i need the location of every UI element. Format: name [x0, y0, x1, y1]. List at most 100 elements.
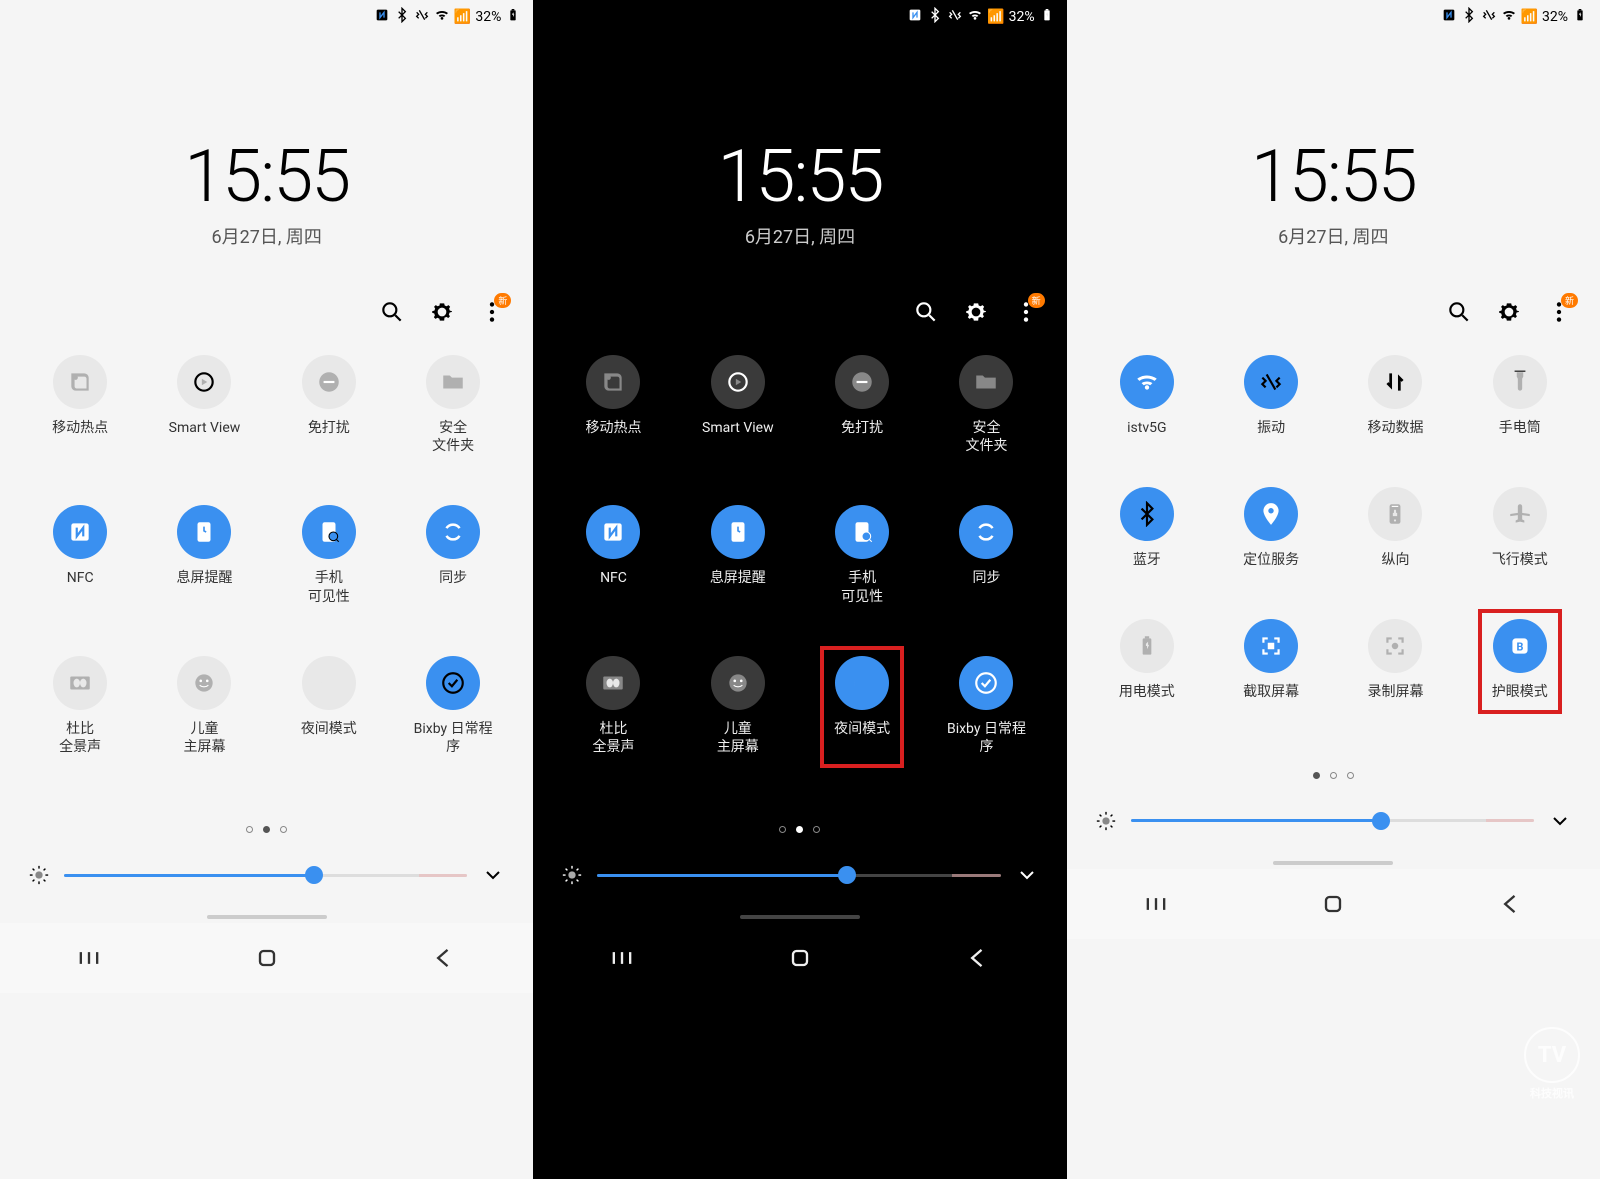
qs-tile-portrait[interactable]: 纵向 [1345, 487, 1445, 569]
visibility-icon [302, 505, 356, 559]
battery-percent: 32% [1009, 9, 1035, 25]
recents-button[interactable] [608, 944, 636, 972]
qs-tile-bixby[interactable]: Bixby 日常程 序 [403, 656, 503, 756]
qs-tile-bluetooth[interactable]: 蓝牙 [1097, 487, 1197, 569]
recents-button[interactable] [75, 944, 103, 972]
search-button[interactable] [379, 299, 405, 325]
qs-tile-battery[interactable]: 用电模式 [1097, 619, 1197, 701]
qs-tile-label: 手机 可见性 [308, 569, 350, 605]
qs-tile-label: 杜比 全景声 [59, 720, 101, 756]
qs-tile-aod[interactable]: 息屏提醒 [688, 505, 788, 605]
page-dot[interactable] [246, 826, 253, 833]
brightness-slider[interactable] [64, 874, 467, 877]
back-button[interactable] [1497, 890, 1525, 918]
qs-tile-label: 截取屏幕 [1243, 683, 1299, 701]
page-dot[interactable] [813, 826, 820, 833]
qs-tile-kids[interactable]: 儿童 主屏幕 [688, 656, 788, 756]
slider-thumb[interactable] [305, 866, 323, 884]
qs-tile-moon[interactable]: 夜间模式 [279, 656, 379, 756]
recents-button[interactable] [1142, 890, 1170, 918]
search-button[interactable] [913, 299, 939, 325]
page-dot[interactable] [796, 826, 803, 833]
more-button[interactable]: 新 [1546, 299, 1572, 325]
home-button[interactable] [1319, 890, 1347, 918]
qs-tile-screenshot[interactable]: 截取屏幕 [1221, 619, 1321, 701]
qs-tile-aod[interactable]: 息屏提醒 [154, 505, 254, 605]
brightness-slider[interactable] [597, 874, 1000, 877]
quick-settings-panel: 📶 32% 15:55 6月27日, 周四 新 istv5G 振动 移动数据 手… [1067, 0, 1600, 1179]
qs-tile-wifi[interactable]: istv5G [1097, 355, 1197, 437]
wifi-icon [1120, 355, 1174, 409]
qs-tile-torch[interactable]: 手电筒 [1470, 355, 1570, 437]
qs-tile-eyecare[interactable]: 护眼模式 [1470, 619, 1570, 701]
qs-tile-vibrate[interactable]: 振动 [1221, 355, 1321, 437]
brightness-slider[interactable] [1131, 819, 1534, 822]
page-dot[interactable] [280, 826, 287, 833]
qs-tile-label: 护眼模式 [1492, 683, 1548, 701]
home-button[interactable] [253, 944, 281, 972]
qs-tile-dolby[interactable]: 杜比 全景声 [563, 656, 663, 756]
qs-tile-airplane[interactable]: 飞行模式 [1470, 487, 1570, 569]
search-button[interactable] [1446, 299, 1472, 325]
page-dot[interactable] [779, 826, 786, 833]
qs-tile-nfc[interactable]: NFC [563, 505, 663, 605]
location-icon [1244, 487, 1298, 541]
qs-tile-record[interactable]: 录制屏幕 [1345, 619, 1445, 701]
qs-tile-label: 杜比 全景声 [592, 720, 634, 756]
qs-tile-location[interactable]: 定位服务 [1221, 487, 1321, 569]
qs-tile-sync[interactable]: 同步 [936, 505, 1036, 605]
home-indicator[interactable] [740, 915, 860, 919]
expand-brightness-button[interactable] [1015, 863, 1039, 887]
folder-icon [959, 355, 1013, 409]
qs-tile-kids[interactable]: 儿童 主屏幕 [154, 656, 254, 756]
qs-tile-smartview[interactable]: Smart View [688, 355, 788, 455]
tiles-grid: 移动热点 Smart View 免打扰 安全 文件夹 NFC 息屏提醒 手机 可… [533, 345, 1066, 816]
more-button[interactable]: 新 [1013, 299, 1039, 325]
qs-tile-dnd[interactable]: 免打扰 [279, 355, 379, 455]
home-button[interactable] [786, 944, 814, 972]
new-badge: 新 [1561, 293, 1578, 308]
qs-tile-data[interactable]: 移动数据 [1345, 355, 1445, 437]
qs-tile-label: 移动数据 [1367, 419, 1423, 437]
back-button[interactable] [430, 944, 458, 972]
qs-tile-sync[interactable]: 同步 [403, 505, 503, 605]
settings-button[interactable] [963, 299, 989, 325]
qs-tile-label: Bixby 日常程 序 [947, 720, 1026, 756]
page-dot[interactable] [263, 826, 270, 833]
qs-tile-hotspot[interactable]: 移动热点 [30, 355, 130, 455]
vibrate-icon [1244, 355, 1298, 409]
tile-row: 蓝牙 定位服务 纵向 飞行模式 [1085, 487, 1582, 569]
page-dot[interactable] [1347, 772, 1354, 779]
settings-button[interactable] [429, 299, 455, 325]
qs-tile-folder[interactable]: 安全 文件夹 [403, 355, 503, 455]
qs-tile-dnd[interactable]: 免打扰 [812, 355, 912, 455]
vibrate-status-icon [1481, 7, 1497, 27]
slider-thumb[interactable] [1372, 812, 1390, 830]
qs-tile-label: 用电模式 [1119, 683, 1175, 701]
home-indicator[interactable] [1273, 861, 1393, 865]
nfc-icon [53, 505, 107, 559]
signal-status-icon: 📶 [454, 9, 471, 25]
qs-tile-folder[interactable]: 安全 文件夹 [936, 355, 1036, 455]
qs-tile-moon[interactable]: 夜间模式 [812, 656, 912, 756]
expand-brightness-button[interactable] [1548, 809, 1572, 833]
qs-tile-nfc[interactable]: NFC [30, 505, 130, 605]
qs-tile-dolby[interactable]: 杜比 全景声 [30, 656, 130, 756]
tile-row: 移动热点 Smart View 免打扰 安全 文件夹 [551, 355, 1048, 455]
qs-tile-smartview[interactable]: Smart View [154, 355, 254, 455]
qs-tile-hotspot[interactable]: 移动热点 [563, 355, 663, 455]
more-button[interactable]: 新 [479, 299, 505, 325]
qs-tile-visibility[interactable]: 手机 可见性 [812, 505, 912, 605]
back-button[interactable] [964, 944, 992, 972]
home-indicator[interactable] [207, 915, 327, 919]
slider-thumb[interactable] [838, 866, 856, 884]
page-dot[interactable] [1330, 772, 1337, 779]
qs-tile-visibility[interactable]: 手机 可见性 [279, 505, 379, 605]
qs-tile-label: 息屏提醒 [176, 569, 232, 587]
settings-button[interactable] [1496, 299, 1522, 325]
status-bar: 📶 32% [533, 0, 1066, 34]
expand-brightness-button[interactable] [481, 863, 505, 887]
page-dot[interactable] [1313, 772, 1320, 779]
qs-tile-bixby[interactable]: Bixby 日常程 序 [936, 656, 1036, 756]
qs-tile-label: 儿童 主屏幕 [717, 720, 759, 756]
